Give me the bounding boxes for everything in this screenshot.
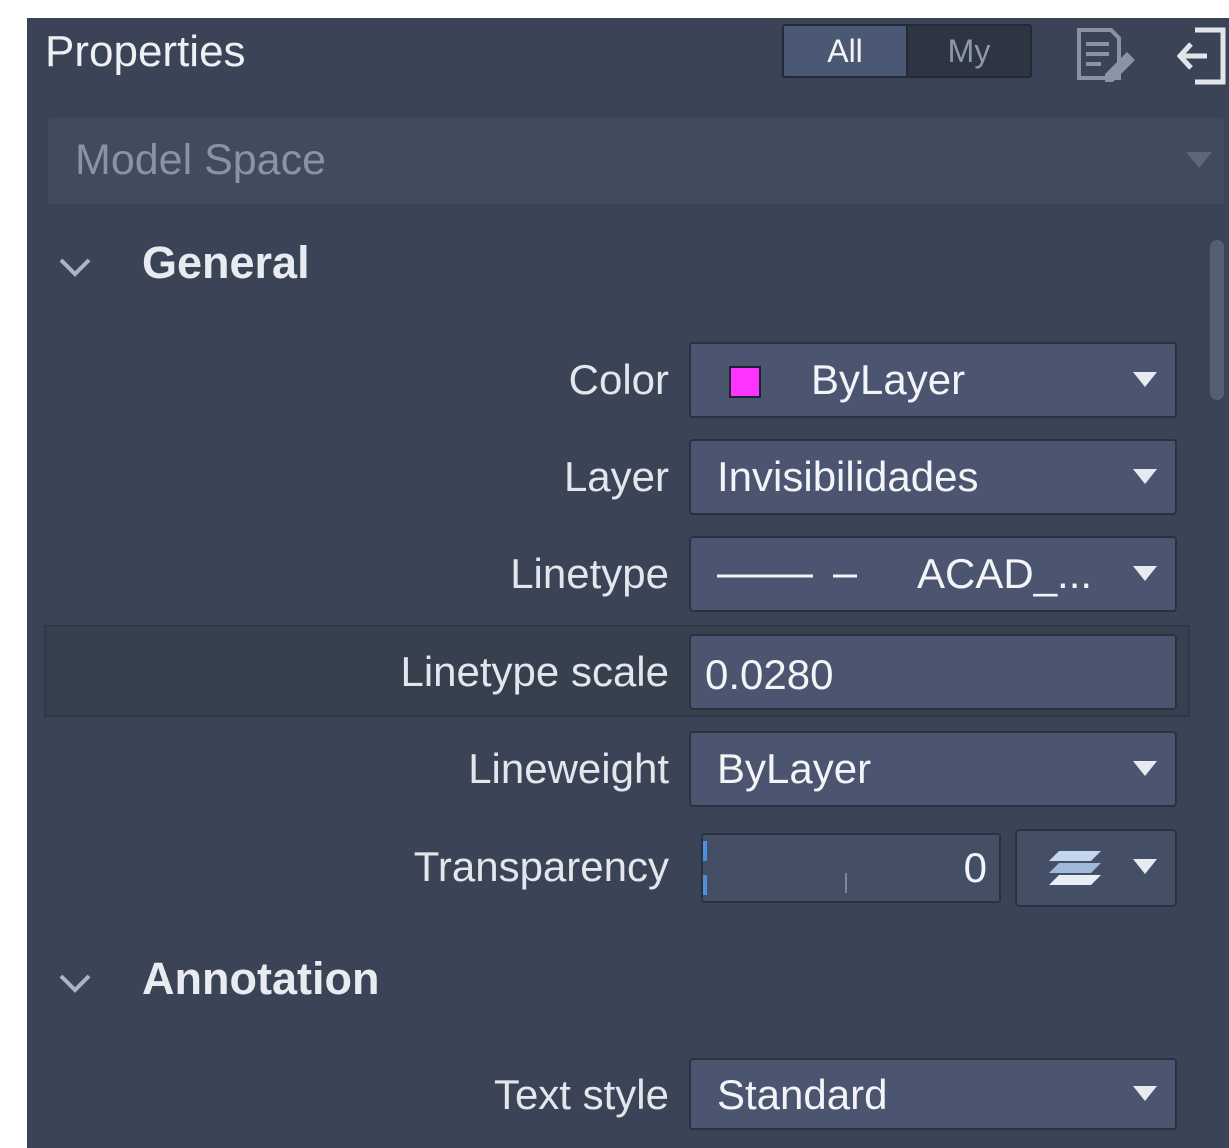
filter-my-button[interactable]: My	[906, 26, 1030, 76]
filter-all-button[interactable]: All	[784, 26, 906, 76]
slider-left-marker	[703, 875, 707, 895]
linetype-value: ACAD_...	[917, 550, 1093, 597]
color-swatch	[729, 366, 761, 398]
chevron-down-icon	[1133, 761, 1157, 776]
linetype-scale-label: Linetype scale	[400, 648, 669, 695]
properties-edit-icon[interactable]	[1075, 26, 1139, 82]
linetype-label: Linetype	[510, 550, 669, 597]
color-value: ByLayer	[811, 356, 966, 403]
slider-left-marker	[703, 841, 707, 861]
lineweight-value: ByLayer	[717, 745, 872, 792]
lineweight-dropdown[interactable]: ByLayer	[689, 731, 1177, 807]
exit-panel-icon[interactable]	[1176, 24, 1229, 86]
color-label: Color	[568, 356, 669, 403]
linetype-preview-icon	[717, 574, 857, 578]
transparency-input[interactable]: 0	[701, 833, 1001, 903]
slider-tick	[845, 873, 847, 893]
collapse-chevron-icon[interactable]	[58, 256, 92, 278]
layers-icon	[1049, 851, 1101, 885]
properties-panel: Properties All My Model Space General Co	[27, 18, 1229, 1148]
linetype-scale-input[interactable]: 0.0280	[689, 634, 1177, 710]
text-style-value: Standard	[717, 1071, 888, 1118]
layer-dropdown[interactable]: Invisibilidades	[689, 439, 1177, 515]
chevron-down-icon	[1133, 566, 1157, 581]
chevron-down-icon	[1133, 1086, 1157, 1101]
section-title-general[interactable]: General	[142, 236, 310, 290]
color-dropdown[interactable]: ByLayer	[689, 342, 1177, 418]
layer-label: Layer	[563, 453, 669, 500]
layer-value: Invisibilidades	[717, 453, 979, 500]
space-selector[interactable]: Model Space	[48, 118, 1224, 204]
panel-title: Properties	[45, 27, 246, 76]
chevron-down-icon	[1133, 859, 1157, 874]
transparency-value: 0	[963, 844, 987, 891]
linetype-dropdown[interactable]: ACAD_...	[689, 536, 1177, 612]
scrollbar-thumb[interactable]	[1210, 240, 1224, 400]
section-title-annotation[interactable]: Annotation	[142, 952, 379, 1006]
linetype-scale-value: 0.0280	[705, 651, 834, 698]
lineweight-label: Lineweight	[468, 745, 669, 792]
filter-toggle: All My	[782, 24, 1032, 78]
chevron-down-icon	[1133, 372, 1157, 387]
space-selector-value: Model Space	[75, 136, 326, 184]
text-style-dropdown[interactable]: Standard	[689, 1058, 1177, 1130]
transparency-label: Transparency	[413, 843, 669, 890]
chevron-down-icon	[1133, 469, 1157, 484]
collapse-chevron-icon[interactable]	[58, 972, 92, 994]
transparency-bylayer-dropdown[interactable]	[1015, 829, 1177, 907]
chevron-down-icon	[1186, 152, 1212, 168]
text-style-label: Text style	[493, 1071, 669, 1118]
